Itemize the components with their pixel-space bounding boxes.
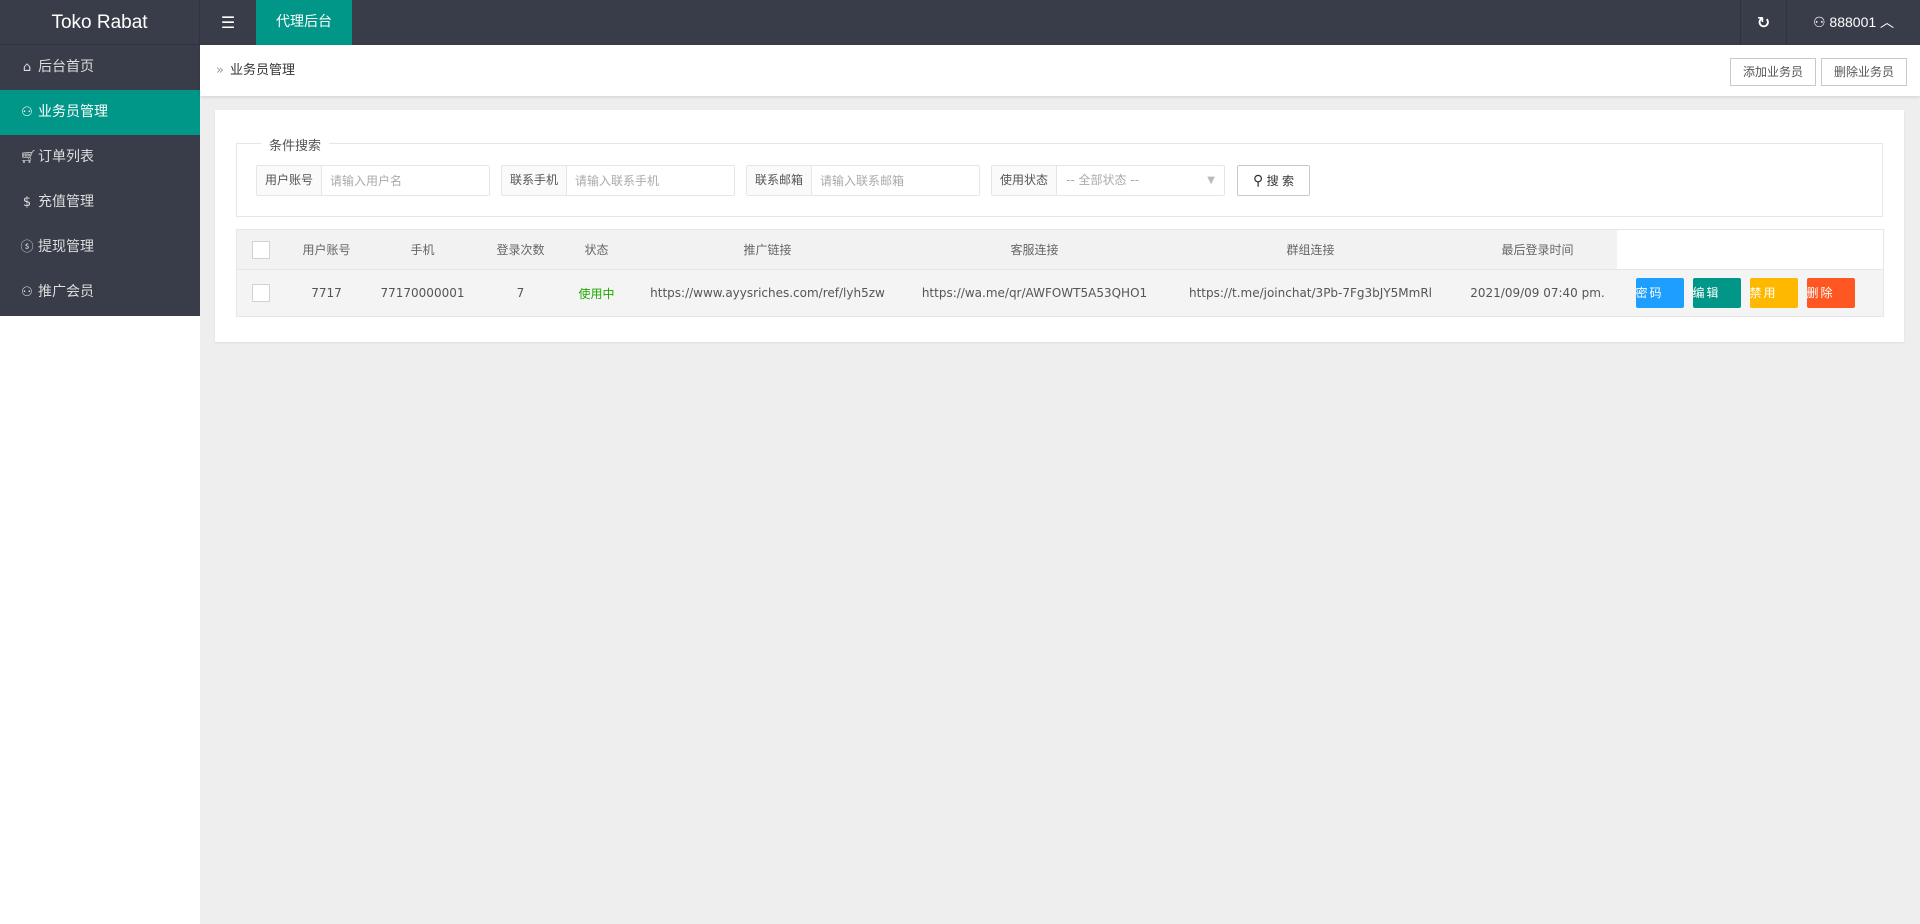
breadcrumb-current: 业务员管理 [229, 63, 295, 78]
disable-button[interactable]: 禁用 [1749, 278, 1798, 308]
search-legend: 条件搜索 [261, 135, 330, 154]
status-field-group: 使用状态 -- 全部状态 -- ▼ [991, 165, 1225, 196]
actions-header [1616, 229, 1884, 270]
cell-last-login: 2021/09/09 07:40 pm. [1458, 269, 1617, 317]
status-select[interactable]: -- 全部状态 -- ▼ [1057, 166, 1224, 195]
sidebar-item-home[interactable]: ⌂ 后台首页 [0, 45, 200, 90]
search-fieldset: 条件搜索 用户账号 联系手机 联系邮箱 使用状态 -- 全部状态 -- ▼ ⚲ 搜 … [236, 135, 1883, 217]
cell-status: 使用中 [564, 269, 629, 317]
search-icon: ⚲ [1253, 172, 1264, 188]
home-icon: ⌂ [22, 60, 32, 75]
logo: Toko Rabat [0, 0, 200, 45]
column-header: 用户账号 [284, 229, 369, 270]
edit-button[interactable]: 编辑 [1692, 278, 1741, 308]
cell-actions: 密码 编辑 禁用 删除 [1616, 269, 1884, 317]
sidebar-item-label: 业务员管理 [38, 104, 108, 120]
table-header: 用户账号 手机 登录次数 状态 推广链接 客服连接 群组连接 最后登录时间 [236, 229, 1884, 270]
user-icon: ⚇ [1812, 14, 1826, 30]
refresh-icon[interactable]: ↻ [1740, 0, 1787, 45]
username: 888001 [1829, 14, 1877, 30]
top-bar: Toko Rabat ☰ 代理后台 ↻ ⚇ 888001 ︿ [0, 0, 1920, 45]
user-icon: ⚇ [21, 105, 33, 120]
sidebar-item-withdraw[interactable]: ⓢ 提现管理 [0, 225, 200, 270]
dollar-icon: $ [22, 195, 32, 210]
sidebar-item-salesman[interactable]: ⚇ 业务员管理 [0, 90, 200, 135]
double-chevron-right-icon: » [216, 63, 224, 78]
caret-down-icon: ▼ [1207, 175, 1215, 186]
menu-toggle-icon[interactable]: ☰ [200, 0, 256, 45]
cell-promo-link: https://www.ayysriches.com/ref/lyh5zw [628, 269, 907, 317]
search-button-label: 搜 索 [1266, 174, 1294, 188]
content-card: 条件搜索 用户账号 联系手机 联系邮箱 使用状态 -- 全部状态 -- ▼ ⚲ 搜 … [215, 110, 1904, 342]
sidebar-item-label: 提现管理 [38, 239, 94, 255]
phone-input[interactable] [567, 166, 734, 195]
email-input[interactable] [812, 166, 979, 195]
status-select-value: -- 全部状态 -- [1066, 173, 1139, 187]
phone-field-group: 联系手机 [501, 165, 735, 196]
username-input[interactable] [322, 166, 489, 195]
cell-username: 7717 [284, 269, 369, 317]
cell-logins: 7 [476, 269, 565, 317]
sidebar-item-label: 订单列表 [38, 149, 94, 165]
column-header: 最后登录时间 [1458, 229, 1617, 270]
cell-support-link: https://wa.me/qr/AWFOWT5A53QHO1 [906, 269, 1163, 317]
cart-icon: 🛒︎ [20, 150, 37, 165]
column-header: 群组连接 [1162, 229, 1459, 270]
phone-label: 联系手机 [502, 166, 567, 195]
column-header: 推广链接 [628, 229, 907, 270]
sidebar-item-recharge[interactable]: $ 充值管理 [0, 180, 200, 225]
cell-group-link: https://t.me/joinchat/3Pb-7Fg3bJY5MmRl [1162, 269, 1459, 317]
select-all-checkbox[interactable] [251, 240, 270, 259]
sidebar: ⌂ 后台首页 ⚇ 业务员管理 🛒︎订单列表 $ 充值管理 ⓢ 提现管理 ⚇ 推广会员 [0, 45, 200, 924]
status-label: 使用状态 [992, 166, 1057, 195]
password-button[interactable]: 密码 [1635, 278, 1684, 308]
tab-agent-backend[interactable]: 代理后台 [256, 0, 352, 45]
sidebar-item-label: 推广会员 [38, 284, 94, 300]
coin-icon: ⓢ [20, 240, 34, 255]
user-menu[interactable]: ⚇ 888001 ︿ [1787, 0, 1920, 45]
column-header: 状态 [564, 229, 629, 270]
email-label: 联系邮箱 [747, 166, 812, 195]
chevron-up-icon: ︿ [1880, 14, 1895, 30]
add-salesman-button[interactable]: 添加业务员 [1730, 58, 1817, 86]
breadcrumb: » 业务员管理 添加业务员 删除业务员 [200, 45, 1920, 96]
salesman-table: 用户账号 手机 登录次数 状态 推广链接 客服连接 群组连接 最后登录时间 77… [236, 229, 1884, 317]
email-field-group: 联系邮箱 [746, 165, 980, 196]
username-field-group: 用户账号 [256, 165, 490, 196]
search-button[interactable]: ⚲ 搜 索 [1237, 165, 1310, 196]
column-header: 登录次数 [476, 229, 565, 270]
sidebar-item-label: 后台首页 [38, 59, 94, 75]
username-label: 用户账号 [257, 166, 322, 195]
delete-button[interactable]: 删除 [1806, 278, 1855, 308]
sidebar-item-orders[interactable]: 🛒︎订单列表 [0, 135, 200, 180]
table-row: 7717 77170000001 7 使用中 https://www.ayysr… [236, 269, 1884, 317]
delete-salesman-button[interactable]: 删除业务员 [1821, 58, 1908, 86]
column-header: 手机 [368, 229, 477, 270]
cell-phone: 77170000001 [368, 269, 477, 317]
user-icon: ⚇ [21, 285, 33, 300]
sidebar-item-promo-members[interactable]: ⚇ 推广会员 [0, 270, 200, 315]
row-checkbox[interactable] [251, 284, 270, 302]
sidebar-item-label: 充值管理 [38, 194, 94, 210]
column-header: 客服连接 [906, 229, 1163, 270]
